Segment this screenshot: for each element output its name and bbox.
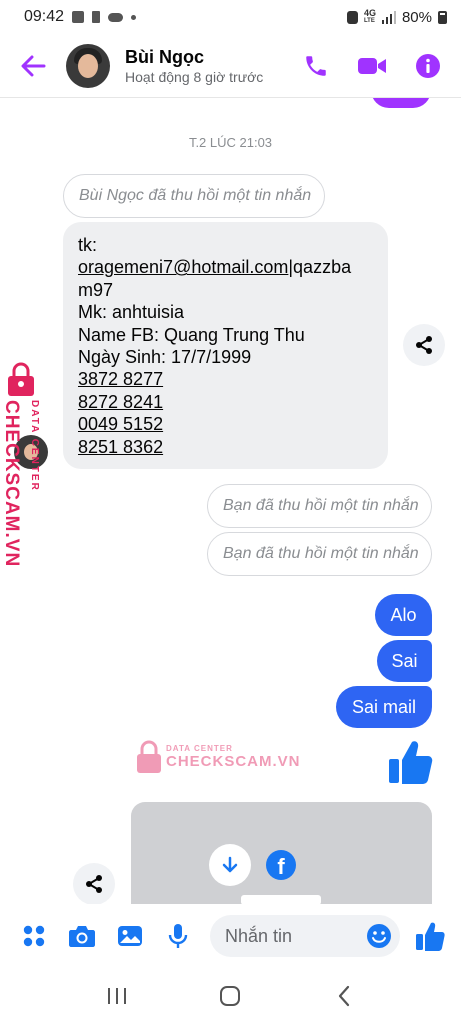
send-like-button[interactable] xyxy=(414,920,446,952)
contact-avatar[interactable] xyxy=(66,43,110,88)
home-icon xyxy=(220,986,241,1006)
message-line: tk: xyxy=(78,235,98,255)
battery-percent: 80% xyxy=(401,8,432,26)
watermark-vertical: CHECKSCAM.VN DATA CENTER xyxy=(1,352,44,642)
back-arrow-icon xyxy=(21,55,46,76)
watermark-vertical-small-text: DATA CENTER xyxy=(29,400,40,492)
cloud-notification-icon xyxy=(108,12,124,22)
gallery-notification-icon xyxy=(72,11,85,23)
info-icon xyxy=(416,53,440,78)
incoming-message-bubble[interactable]: tk: oragemeni7@hotmail.com|qazzba m97 Mk… xyxy=(63,222,388,469)
alarm-icon xyxy=(346,10,358,24)
phone-link[interactable]: 8251 8362 xyxy=(78,436,374,458)
recalled-message-incoming[interactable]: Bùi Ngọc đã thu hồi một tin nhắn xyxy=(63,174,325,218)
network-subtype: LTE xyxy=(363,18,375,24)
message-line: Mk: anhtuisia xyxy=(78,302,185,323)
outgoing-message-bubble[interactable]: Alo xyxy=(375,594,432,636)
share-message-button[interactable] xyxy=(403,324,445,366)
contact-title-block[interactable]: Bùi Ngọc Hoạt động 8 giờ trước xyxy=(125,46,263,86)
message-input[interactable]: Nhắn tin xyxy=(210,915,400,957)
facebook-logo-icon: f xyxy=(266,850,296,880)
more-notifications-icon xyxy=(131,14,137,20)
recalled-message-outgoing[interactable]: Bạn đã thu hồi một tin nhắn xyxy=(207,484,432,528)
phone-icon xyxy=(306,55,326,76)
outgoing-message-bubble[interactable]: Sai mail xyxy=(336,686,432,728)
home-button[interactable] xyxy=(210,976,250,1016)
conversation-header: Bùi Ngọc Hoạt động 8 giờ trước xyxy=(0,34,461,98)
message-line: m97 xyxy=(78,279,114,300)
back-button[interactable] xyxy=(16,49,50,83)
email-link[interactable]: oragemeni7@hotmail.com xyxy=(78,257,288,277)
outgoing-message-bubble[interactable]: Sai xyxy=(377,640,432,682)
presence-status: Hoạt động 8 giờ trước xyxy=(125,68,264,85)
image-inner-element xyxy=(241,895,321,904)
message-input-placeholder: Nhắn tin xyxy=(225,925,293,946)
camera-icon xyxy=(69,926,95,947)
previous-message-bubble[interactable] xyxy=(371,98,431,108)
download-button[interactable] xyxy=(209,844,251,886)
network-type: 4G xyxy=(363,8,376,18)
voice-record-button[interactable] xyxy=(164,922,192,950)
share-icon xyxy=(416,336,432,354)
sent-like-thumbs-up-icon[interactable] xyxy=(386,738,434,788)
microphone-icon xyxy=(168,924,188,948)
watermark-small-text: DATA CENTER xyxy=(166,744,233,753)
contact-name: Bùi Ngọc xyxy=(125,46,204,67)
watermark-vertical-big-text: CHECKSCAM.VN xyxy=(1,400,22,568)
back-chevron-icon xyxy=(339,985,350,1007)
video-call-button[interactable] xyxy=(357,51,387,81)
status-bar: 09:42 4G LTE 80% xyxy=(0,0,461,34)
recent-apps-icon xyxy=(107,988,126,1004)
message-line-email: oragemeni7@hotmail.com|qazzba xyxy=(78,256,374,278)
share-image-button[interactable] xyxy=(73,863,115,904)
watermark-lock-icon xyxy=(137,740,161,773)
share-icon xyxy=(86,875,102,893)
info-button[interactable] xyxy=(413,51,443,81)
grid-dots-icon xyxy=(23,925,45,947)
battery-icon xyxy=(438,10,447,24)
gallery-button[interactable] xyxy=(116,922,144,950)
recalled-message-outgoing[interactable]: Bạn đã thu hồi một tin nhắn xyxy=(207,532,432,576)
watermark: DATA CENTER CHECKSCAM.VN xyxy=(136,740,301,774)
message-line: Name FB: Quang Trung Thu xyxy=(78,324,305,345)
message-timestamp: T.2 LÚC 21:03 xyxy=(188,135,273,150)
recent-apps-button[interactable] xyxy=(97,976,137,1016)
status-time: 09:42 xyxy=(24,8,65,25)
emoji-icon[interactable] xyxy=(366,923,392,949)
image-attachment-preview[interactable]: f xyxy=(131,802,432,904)
phone-link[interactable]: 8272 8241 xyxy=(78,391,374,413)
message-line: Ngày Sinh: 17/7/1999 xyxy=(78,347,252,368)
watermark-lock-icon xyxy=(8,362,34,396)
more-actions-button[interactable] xyxy=(20,922,48,950)
download-arrow-icon xyxy=(222,856,238,873)
phone-link[interactable]: 0049 5152 xyxy=(78,413,374,435)
phone-link[interactable]: 3872 8277 xyxy=(78,368,374,390)
watermark-big-text: CHECKSCAM.VN xyxy=(166,753,301,770)
camera-button[interactable] xyxy=(68,922,96,950)
message-composer: Nhắn tin xyxy=(0,904,461,968)
voice-call-button[interactable] xyxy=(301,51,331,81)
video-camera-icon xyxy=(358,57,386,74)
message-list[interactable]: T.2 LÚC 21:03 Bùi Ngọc đã thu hồi một ti… xyxy=(0,98,461,904)
image-gallery-icon xyxy=(118,926,142,946)
signal-icon xyxy=(381,10,396,24)
email-suffix: |qazzba xyxy=(288,257,352,278)
system-navigation-bar xyxy=(0,968,461,1024)
back-nav-button[interactable] xyxy=(324,976,364,1016)
download-notification-icon xyxy=(92,11,101,23)
